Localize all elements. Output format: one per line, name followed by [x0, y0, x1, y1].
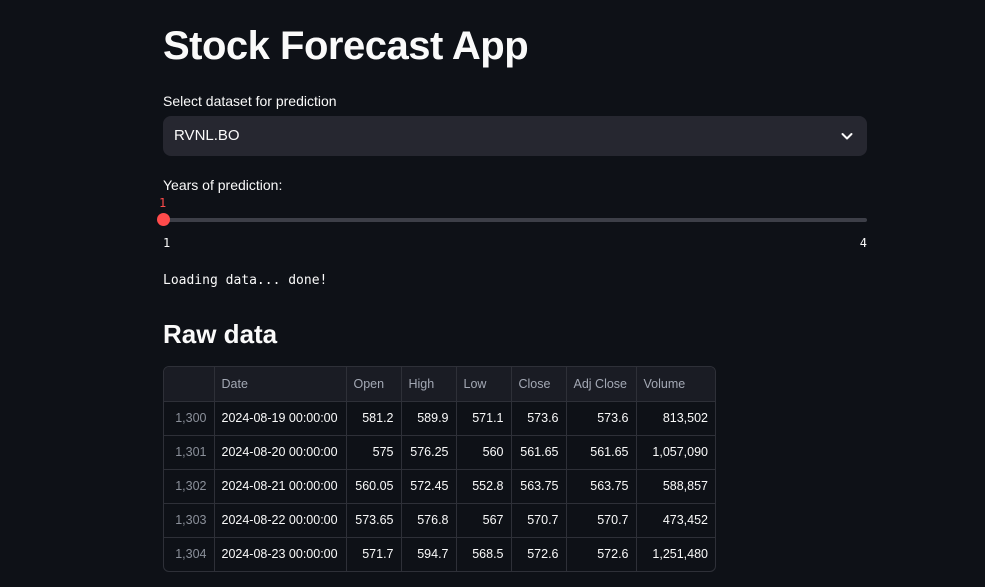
table-header-row: Date Open High Low Close Adj Close Volum… — [164, 367, 715, 402]
volume-cell[interactable]: 588,857 — [636, 469, 715, 504]
table-row: 1,301 2024-08-20 00:00:00 575 576.25 560… — [164, 435, 715, 470]
low-cell[interactable]: 552.8 — [456, 469, 512, 504]
open-cell[interactable]: 575 — [346, 435, 402, 470]
dataset-select-value: RVNL.BO — [174, 127, 240, 144]
years-slider-min: 1 — [163, 236, 171, 250]
row-index-cell[interactable]: 1,303 — [164, 503, 215, 538]
years-slider-track[interactable] — [163, 218, 867, 222]
adj-close-cell[interactable]: 572.6 — [566, 537, 637, 571]
open-cell[interactable]: 571.7 — [346, 537, 402, 571]
open-cell[interactable]: 560.05 — [346, 469, 402, 504]
adj-close-cell[interactable]: 570.7 — [566, 503, 637, 538]
column-header-high[interactable]: High — [401, 367, 457, 402]
close-cell[interactable]: 573.6 — [511, 401, 567, 436]
column-header-adj-close[interactable]: Adj Close — [566, 367, 637, 402]
high-cell[interactable]: 594.7 — [401, 537, 457, 571]
adj-close-cell[interactable]: 561.65 — [566, 435, 637, 470]
volume-cell[interactable]: 473,452 — [636, 503, 715, 538]
column-header-open[interactable]: Open — [346, 367, 402, 402]
volume-cell[interactable]: 1,251,480 — [636, 537, 715, 571]
open-cell[interactable]: 581.2 — [346, 401, 402, 436]
date-cell[interactable]: 2024-08-22 00:00:00 — [214, 503, 347, 538]
raw-data-table[interactable]: Date Open High Low Close Adj Close Volum… — [163, 366, 716, 572]
close-cell[interactable]: 572.6 — [511, 537, 567, 571]
row-index-cell[interactable]: 1,301 — [164, 435, 215, 470]
column-header-volume[interactable]: Volume — [636, 367, 715, 402]
years-slider-max: 4 — [859, 236, 867, 250]
row-index-cell[interactable]: 1,304 — [164, 537, 215, 571]
close-cell[interactable]: 563.75 — [511, 469, 567, 504]
low-cell[interactable]: 567 — [456, 503, 512, 538]
adj-close-cell[interactable]: 563.75 — [566, 469, 637, 504]
date-cell[interactable]: 2024-08-23 00:00:00 — [214, 537, 347, 571]
low-cell[interactable]: 560 — [456, 435, 512, 470]
open-cell[interactable]: 573.65 — [346, 503, 402, 538]
table-row: 1,302 2024-08-21 00:00:00 560.05 572.45 … — [164, 469, 715, 504]
years-slider-label: Years of prediction: — [163, 177, 283, 193]
years-slider-value: 1 — [159, 196, 167, 210]
close-cell[interactable]: 570.7 — [511, 503, 567, 538]
volume-cell[interactable]: 813,502 — [636, 401, 715, 436]
column-header-low[interactable]: Low — [456, 367, 512, 402]
dataset-select[interactable]: RVNL.BO — [163, 116, 867, 156]
close-cell[interactable]: 561.65 — [511, 435, 567, 470]
adj-close-cell[interactable]: 573.6 — [566, 401, 637, 436]
row-index-cell[interactable]: 1,302 — [164, 469, 215, 504]
date-cell[interactable]: 2024-08-21 00:00:00 — [214, 469, 347, 504]
high-cell[interactable]: 589.9 — [401, 401, 457, 436]
high-cell[interactable]: 576.8 — [401, 503, 457, 538]
years-slider-thumb[interactable] — [157, 213, 170, 226]
status-text: Loading data... done! — [163, 273, 328, 288]
high-cell[interactable]: 576.25 — [401, 435, 457, 470]
low-cell[interactable]: 571.1 — [456, 401, 512, 436]
table-row: 1,303 2024-08-22 00:00:00 573.65 576.8 5… — [164, 503, 715, 538]
date-cell[interactable]: 2024-08-20 00:00:00 — [214, 435, 347, 470]
column-header-index[interactable] — [164, 367, 215, 402]
chevron-down-icon[interactable] — [840, 129, 854, 143]
high-cell[interactable]: 572.45 — [401, 469, 457, 504]
raw-data-heading: Raw data — [163, 319, 278, 349]
volume-cell[interactable]: 1,057,090 — [636, 435, 715, 470]
table-row: 1,304 2024-08-23 00:00:00 571.7 594.7 56… — [164, 537, 715, 571]
page-title: Stock Forecast App — [163, 24, 529, 68]
low-cell[interactable]: 568.5 — [456, 537, 512, 571]
column-header-date[interactable]: Date — [214, 367, 347, 402]
column-header-close[interactable]: Close — [511, 367, 567, 402]
dataset-select-label: Select dataset for prediction — [163, 93, 337, 109]
row-index-cell[interactable]: 1,300 — [164, 401, 215, 436]
table-row: 1,300 2024-08-19 00:00:00 581.2 589.9 57… — [164, 401, 715, 436]
date-cell[interactable]: 2024-08-19 00:00:00 — [214, 401, 347, 436]
